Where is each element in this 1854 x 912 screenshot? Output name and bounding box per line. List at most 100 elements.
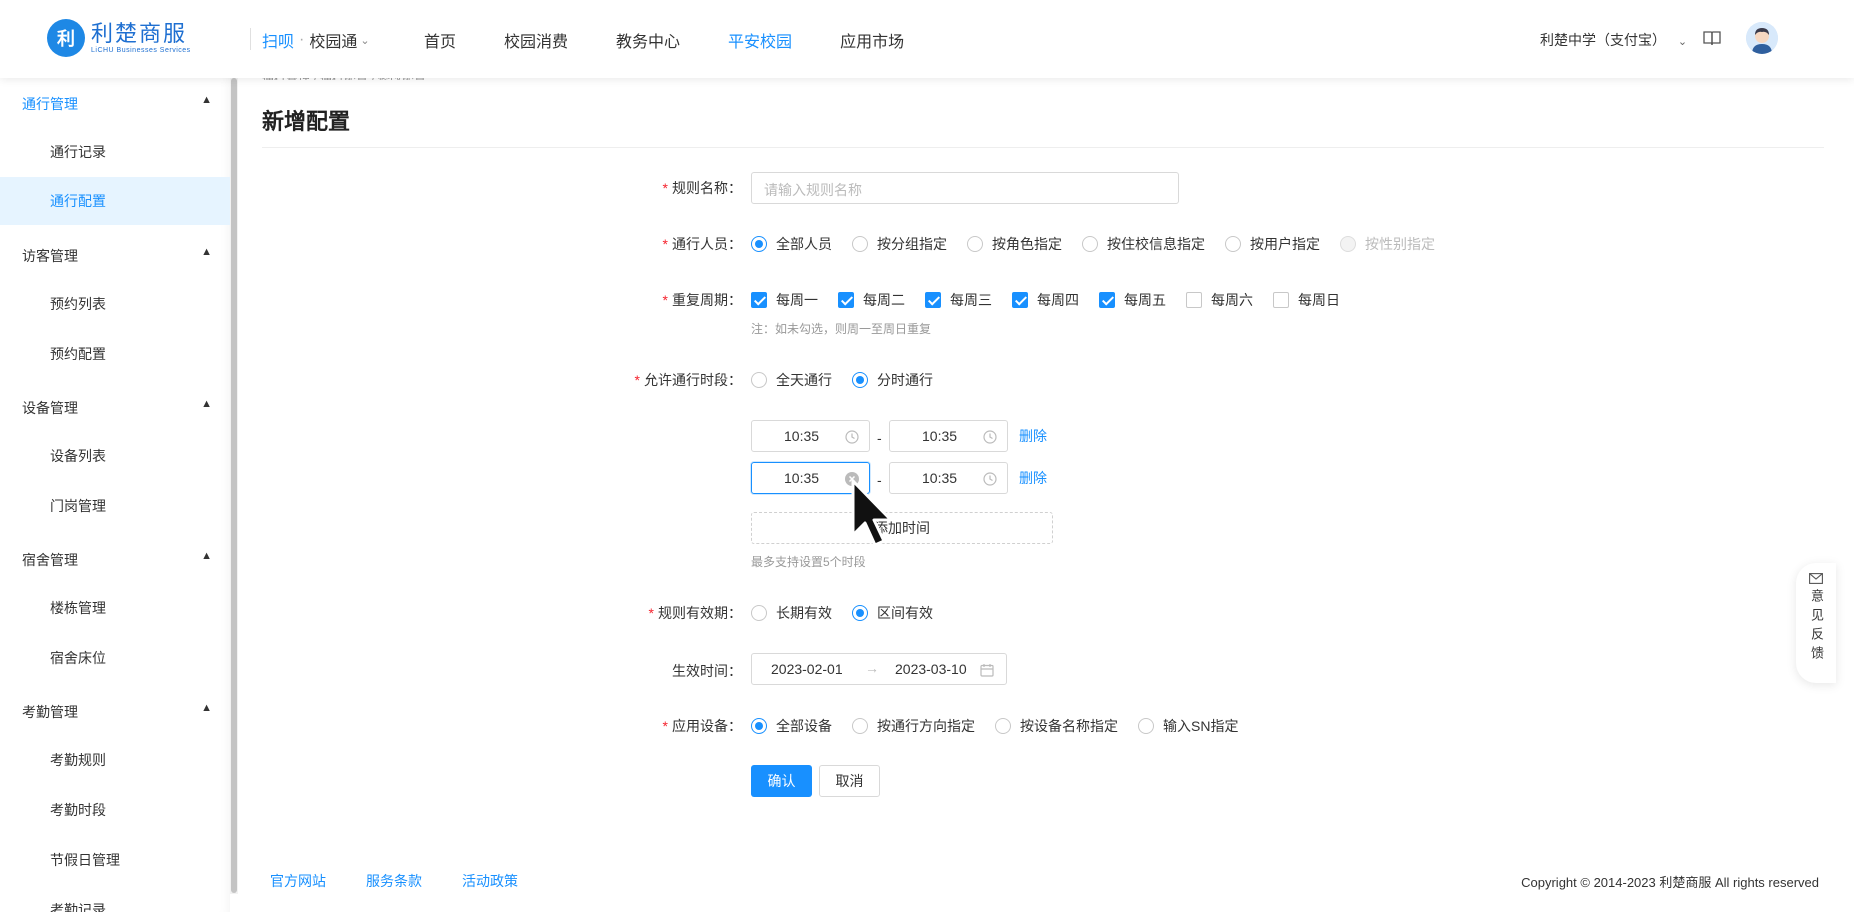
- logo-text-en: LiCHU Businesses Services: [91, 46, 191, 54]
- header-divider: [250, 28, 251, 50]
- sidebar-item-attendance-records[interactable]: 考勤记录: [0, 886, 230, 912]
- people-radio-group: 全部人员 按分组指定 按角色指定 按住校信息指定 按用户指定 按性别指定: [751, 234, 1455, 254]
- slot1-delete-link[interactable]: 删除: [1019, 426, 1047, 446]
- radio-by-group[interactable]: 按分组指定: [852, 234, 947, 254]
- radio-all-people[interactable]: 全部人员: [751, 234, 832, 254]
- checkbox-monday[interactable]: 每周一: [751, 290, 818, 310]
- sidebar-group-visitor[interactable]: 访客管理 ▲: [22, 246, 212, 266]
- title-divider: [262, 147, 1824, 148]
- radio-interval[interactable]: 区间有效: [852, 603, 933, 623]
- sidebar-item-attendance-rules[interactable]: 考勤规则: [0, 736, 230, 784]
- clock-icon: [845, 430, 859, 444]
- arrow-right-icon: →: [865, 660, 879, 676]
- sidebar-group-label: 设备管理: [22, 400, 78, 416]
- checkbox-friday[interactable]: 每周五: [1099, 290, 1166, 310]
- app-switcher[interactable]: 扫呗 · 校园通 ⌄: [262, 28, 370, 52]
- calendar-icon: [980, 664, 994, 677]
- sidebar: 通行管理 ▲ 通行记录 通行配置 访客管理 ▲ 预约列表 预约配置 设备管理 ▲…: [0, 78, 230, 912]
- sidebar-group-label: 通行管理: [22, 96, 78, 112]
- radio-by-role[interactable]: 按角色指定: [967, 234, 1062, 254]
- sidebar-group-access[interactable]: 通行管理 ▲: [22, 94, 212, 114]
- slot1-end-picker[interactable]: 10:35: [889, 420, 1008, 452]
- radio-by-device-name[interactable]: 按设备名称指定: [995, 716, 1118, 736]
- mail-icon: [1809, 573, 1823, 584]
- sidebar-item-gate-manage[interactable]: 门岗管理: [0, 482, 230, 530]
- effective-end-date: 2023-03-10: [895, 661, 967, 677]
- radio-by-sn[interactable]: 输入SN指定: [1138, 716, 1238, 736]
- effective-date-range-picker[interactable]: 2023-02-01 → 2023-03-10: [751, 653, 1007, 685]
- checkbox-wednesday[interactable]: 每周三: [925, 290, 992, 310]
- checkbox-thursday[interactable]: 每周四: [1012, 290, 1079, 310]
- feedback-label: 意见反馈: [1809, 589, 1824, 665]
- sidebar-group-device[interactable]: 设备管理 ▲: [22, 398, 212, 418]
- app-name[interactable]: 校园通: [309, 28, 357, 52]
- user-avatar[interactable]: [1746, 22, 1778, 54]
- chevron-down-icon: ⌄: [1677, 36, 1688, 48]
- scan-label[interactable]: 扫呗: [262, 28, 294, 52]
- footer-link-policy[interactable]: 活动政策: [462, 871, 518, 891]
- cancel-button[interactable]: 取消: [819, 765, 880, 797]
- validity-radio-group: 长期有效 区间有效: [751, 603, 953, 623]
- brand-logo[interactable]: 利 利楚商服 LiCHU Businesses Services: [47, 19, 191, 57]
- logo-mark: 利: [47, 19, 85, 57]
- nav-app-market[interactable]: 应用市场: [840, 28, 904, 52]
- weekday-checkbox-group: 每周一 每周二 每周三 每周四 每周五 每周六 每周日: [751, 290, 1360, 310]
- radio-all-day[interactable]: 全天通行: [751, 370, 832, 390]
- radio-time-slots[interactable]: 分时通行: [852, 370, 933, 390]
- chevron-up-icon: ▲: [201, 246, 212, 258]
- sidebar-item-appointment-list[interactable]: 预约列表: [0, 280, 230, 328]
- radio-by-user[interactable]: 按用户指定: [1225, 234, 1320, 254]
- sidebar-item-device-list[interactable]: 设备列表: [0, 432, 230, 480]
- separator-dot: ·: [299, 31, 305, 48]
- footer-link-official-site[interactable]: 官方网站: [270, 871, 326, 891]
- sidebar-group-dorm[interactable]: 宿舍管理 ▲: [22, 550, 212, 570]
- devices-radio-group: 全部设备 按通行方向指定 按设备名称指定 输入SN指定: [751, 716, 1258, 736]
- sidebar-item-access-config[interactable]: 通行配置: [0, 177, 230, 225]
- sidebar-scroll-thumb[interactable]: [231, 78, 237, 893]
- sidebar-group-attendance[interactable]: 考勤管理 ▲: [22, 702, 212, 722]
- confirm-button[interactable]: 确认: [751, 765, 812, 797]
- clock-icon: [983, 430, 997, 444]
- book-icon[interactable]: [1703, 30, 1721, 46]
- nav-home[interactable]: 首页: [424, 28, 456, 52]
- page-title: 新增配置: [262, 109, 351, 134]
- radio-long-term[interactable]: 长期有效: [751, 603, 832, 623]
- sidebar-item-attendance-periods[interactable]: 考勤时段: [0, 786, 230, 834]
- checkbox-tuesday[interactable]: 每周二: [838, 290, 905, 310]
- sidebar-item-building-manage[interactable]: 楼栋管理: [0, 584, 230, 632]
- sidebar-item-access-records[interactable]: 通行记录: [0, 128, 230, 176]
- rule-name-input[interactable]: 请输入规则名称: [751, 172, 1179, 204]
- feedback-button[interactable]: 意见反馈: [1796, 563, 1836, 683]
- school-selector[interactable]: 利楚中学（支付宝） ⌄: [1540, 30, 1687, 50]
- checkbox-sunday[interactable]: 每周日: [1273, 290, 1340, 310]
- period-radio-group: 全天通行 分时通行: [751, 370, 953, 390]
- slot2-delete-link[interactable]: 删除: [1019, 468, 1047, 488]
- chevron-up-icon: ▲: [201, 702, 212, 714]
- sidebar-item-appointment-config[interactable]: 预约配置: [0, 330, 230, 378]
- repeat-label: * 重复周期：: [662, 292, 742, 308]
- add-time-button[interactable]: 添加时间: [751, 512, 1053, 544]
- repeat-note: 注：如未勾选，则周一至周日重复: [751, 322, 932, 336]
- nav-safe-campus[interactable]: 平安校园: [728, 28, 792, 52]
- chevron-up-icon: ▲: [201, 550, 212, 562]
- radio-all-devices[interactable]: 全部设备: [751, 716, 832, 736]
- slot2-end-picker[interactable]: 10:35: [889, 462, 1008, 494]
- nav-academic-center[interactable]: 教务中心: [616, 28, 680, 52]
- radio-by-direction[interactable]: 按通行方向指定: [852, 716, 975, 736]
- slot1-start-picker[interactable]: 10:35: [751, 420, 870, 452]
- sidebar-group-label: 访客管理: [22, 248, 78, 264]
- nav-campus-consume[interactable]: 校园消费: [504, 28, 568, 52]
- slot1-end-value: 10:35: [922, 428, 958, 444]
- sidebar-item-holiday-manage[interactable]: 节假日管理: [0, 836, 230, 884]
- slot2-end-value: 10:35: [922, 470, 958, 486]
- slot1-start-value: 10:35: [784, 428, 820, 444]
- footer-link-terms[interactable]: 服务条款: [366, 871, 422, 891]
- copyright-text: Copyright © 2014-2023 利楚商服 All rights re…: [1521, 875, 1819, 890]
- mouse-cursor-icon: [851, 479, 893, 547]
- sidebar-item-dorm-bed[interactable]: 宿舍床位: [0, 634, 230, 682]
- radio-by-residence[interactable]: 按住校信息指定: [1082, 234, 1205, 254]
- school-name: 利楚中学（支付宝）: [1540, 32, 1666, 48]
- logo-text-cn: 利楚商服: [91, 20, 188, 46]
- checkbox-saturday[interactable]: 每周六: [1186, 290, 1253, 310]
- effective-time-label: 生效时间：: [672, 663, 742, 679]
